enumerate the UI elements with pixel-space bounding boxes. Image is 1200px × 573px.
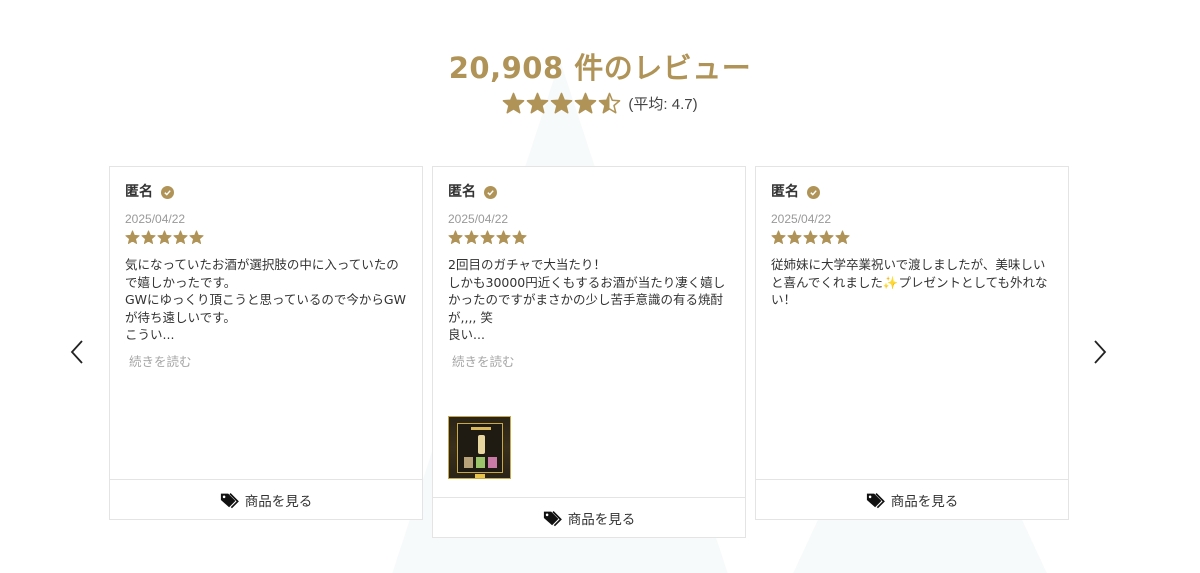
tag-icon bbox=[220, 492, 239, 508]
star-filled-icon bbox=[551, 92, 573, 114]
review-stars bbox=[125, 230, 408, 246]
review-card: 匿名 2025/04/22 2回目のガチャで大当たり！ しかも30000円近くも… bbox=[432, 166, 746, 538]
star-filled-icon bbox=[173, 230, 188, 244]
reviewer-name: 匿名 bbox=[771, 183, 799, 199]
review-text: 気になっていたお酒が選択肢の中に入っていたので嬉しかったです。 GWにゆっくり頂… bbox=[125, 257, 406, 342]
star-filled-icon bbox=[771, 230, 786, 244]
review-photo[interactable] bbox=[448, 416, 511, 479]
view-product-button[interactable]: 商品を見る bbox=[756, 479, 1068, 519]
read-more-link[interactable]: 続きを読む bbox=[452, 351, 515, 370]
view-product-label: 商品を見る bbox=[567, 511, 636, 528]
previous-review-button[interactable] bbox=[62, 337, 92, 367]
star-filled-icon bbox=[480, 230, 495, 244]
star-filled-icon bbox=[157, 230, 172, 244]
review-card: 匿名 2025/04/22 従姉妹に大学卒業祝いで渡しましたが、美味しいと喜んで… bbox=[755, 166, 1069, 520]
review-date: 2025/04/22 bbox=[771, 212, 832, 226]
chevron-left-icon bbox=[70, 340, 83, 364]
read-more-link[interactable]: 続きを読む bbox=[129, 351, 192, 370]
verified-check-icon bbox=[807, 186, 820, 199]
review-text: 2回目のガチャで大当たり！ しかも30000円近くもするお酒が当たり凄く嬉しかっ… bbox=[448, 257, 726, 342]
tag-icon bbox=[543, 510, 562, 526]
review-stars bbox=[771, 230, 1054, 246]
view-product-button[interactable]: 商品を見る bbox=[433, 497, 745, 537]
average-rating-text: (平均: 4.7) bbox=[628, 96, 698, 113]
star-filled-icon bbox=[448, 230, 463, 244]
review-date: 2025/04/22 bbox=[448, 212, 509, 226]
reviewer-name: 匿名 bbox=[125, 183, 153, 199]
star-filled-icon bbox=[512, 230, 527, 244]
star-filled-icon bbox=[803, 230, 818, 244]
star-filled-icon bbox=[575, 92, 597, 114]
review-date: 2025/04/22 bbox=[125, 212, 186, 226]
view-product-label: 商品を見る bbox=[890, 493, 959, 510]
star-filled-icon bbox=[835, 230, 850, 244]
average-rating: (平均: 4.7) bbox=[0, 92, 1200, 115]
star-filled-icon bbox=[503, 92, 525, 114]
verified-check-icon bbox=[161, 186, 174, 199]
average-stars bbox=[502, 92, 621, 115]
star-filled-icon bbox=[787, 230, 802, 244]
verified-check-icon bbox=[484, 186, 497, 199]
reviews-header: 20,908 件のレビュー (平均: 4.7) bbox=[0, 50, 1200, 115]
star-filled-icon bbox=[464, 230, 479, 244]
star-filled-icon bbox=[189, 230, 204, 244]
star-half-icon bbox=[599, 92, 621, 114]
star-filled-icon bbox=[141, 230, 156, 244]
star-filled-icon bbox=[496, 230, 511, 244]
star-filled-icon bbox=[819, 230, 834, 244]
chevron-right-icon bbox=[1094, 340, 1107, 364]
next-review-button[interactable] bbox=[1085, 337, 1115, 367]
reviewer-name: 匿名 bbox=[448, 183, 476, 199]
tag-icon bbox=[866, 492, 885, 508]
star-filled-icon bbox=[527, 92, 549, 114]
review-card: 匿名 2025/04/22 気になっていたお酒が選択肢の中に入っていたので嬉しか… bbox=[109, 166, 423, 520]
star-filled-icon bbox=[125, 230, 140, 244]
review-text: 従姉妹に大学卒業祝いで渡しましたが、美味しいと喜んでくれました✨プレゼントとして… bbox=[771, 257, 1048, 307]
reviews-count-title: 20,908 件のレビュー bbox=[448, 51, 752, 85]
view-product-label: 商品を見る bbox=[244, 493, 313, 510]
review-stars bbox=[448, 230, 731, 246]
view-product-button[interactable]: 商品を見る bbox=[110, 479, 422, 519]
